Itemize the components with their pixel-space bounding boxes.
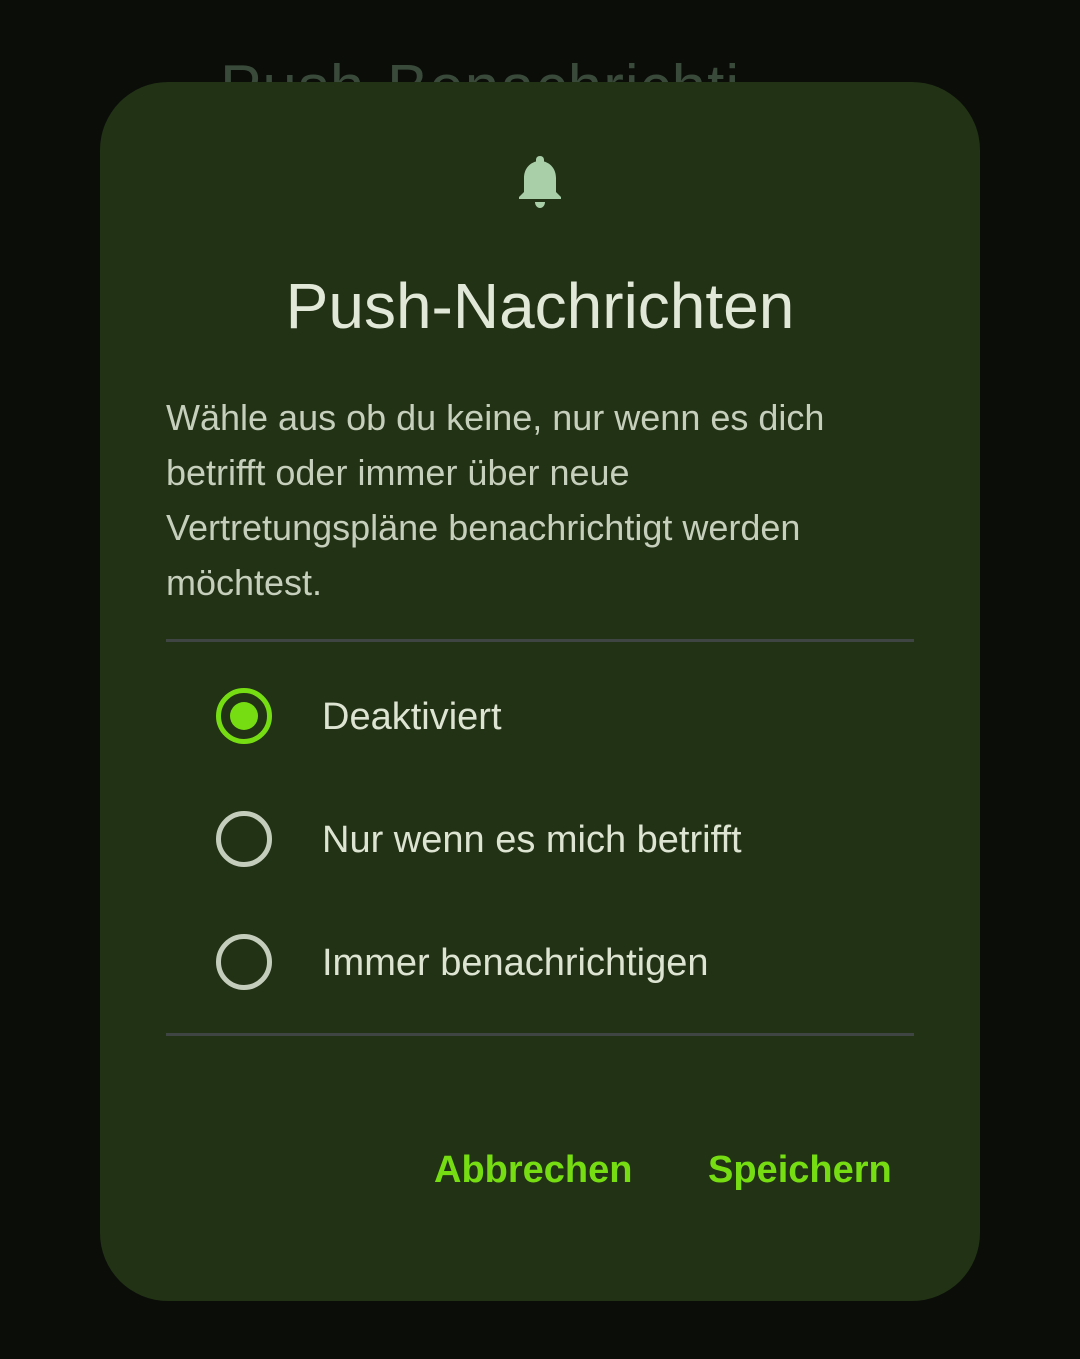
save-button[interactable]: Speichern [708, 1146, 892, 1194]
divider [166, 639, 914, 642]
option-immer-benachrichtigen[interactable]: Immer benachrichtigen [166, 907, 914, 1017]
radio-button[interactable] [216, 934, 272, 990]
bell-icon [519, 156, 561, 208]
option-label: Immer benachrichtigen [322, 942, 709, 984]
option-deaktiviert[interactable]: Deaktiviert [166, 661, 914, 771]
dialog-title: Push-Nachrichten [285, 270, 795, 342]
push-notifications-dialog: Push-Nachrichten Wähle aus ob du keine, … [100, 82, 980, 1301]
radio-button-checked[interactable] [216, 688, 272, 744]
option-label: Deaktiviert [322, 696, 502, 738]
option-nur-wenn-es-mich-betrifft[interactable]: Nur wenn es mich betrifft [166, 784, 914, 894]
cancel-button[interactable]: Abbrechen [434, 1146, 632, 1194]
divider [166, 1033, 914, 1036]
option-label: Nur wenn es mich betrifft [322, 819, 742, 861]
dialog-description: Wähle aus ob du keine, nur wenn es dich … [166, 397, 825, 603]
radio-button[interactable] [216, 811, 272, 867]
